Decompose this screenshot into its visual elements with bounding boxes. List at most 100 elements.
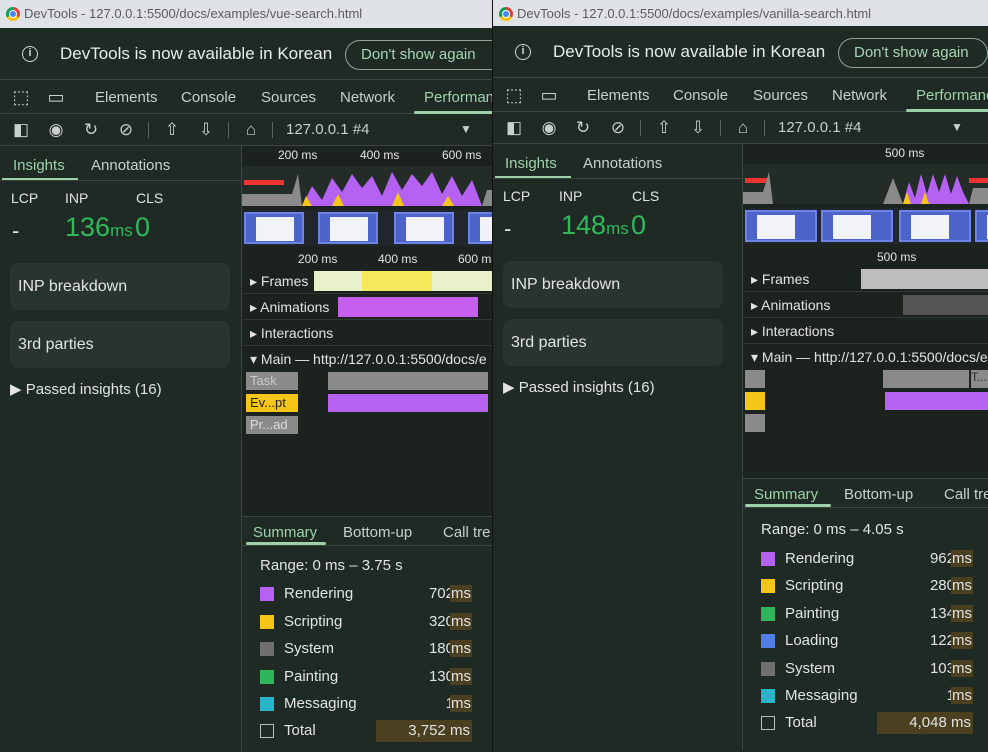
main-thread-track[interactable]: ▾ Main — http://127.0.0.1:5500/docs/e: [242, 346, 492, 372]
toolbar-divider: [640, 120, 641, 136]
screenshot-thumbnail[interactable]: [318, 212, 378, 244]
home-icon[interactable]: ⌂: [733, 118, 753, 138]
home-icon[interactable]: ⌂: [241, 120, 261, 140]
tab-console[interactable]: Console: [181, 89, 236, 106]
device-toolbar-icon[interactable]: ▭: [46, 87, 66, 107]
task-bar[interactable]: [745, 370, 765, 388]
passed-insights-toggle[interactable]: ▶ Passed insights (16): [10, 380, 162, 398]
screenshot-thumbnail[interactable]: [244, 212, 304, 244]
main-thread-track[interactable]: ▾ Main — http://127.0.0.1:5500/docs/e: [743, 344, 988, 370]
cpu-overview-chart[interactable]: [242, 166, 492, 206]
interactions-track[interactable]: ▸ Interactions: [242, 320, 492, 346]
rendering-bar[interactable]: [328, 394, 488, 412]
frames-track[interactable]: ▸ Frames: [242, 268, 492, 294]
insight-card-inp-breakdown[interactable]: INP breakdown: [10, 263, 230, 310]
screenshot-thumbnail[interactable]: [468, 212, 492, 244]
dont-show-again-button[interactable]: Don't show again: [345, 40, 492, 70]
toolbar-divider: [228, 122, 229, 138]
legend-swatch: [260, 587, 274, 601]
tab-call-tree[interactable]: Call tre: [944, 486, 988, 503]
record-icon[interactable]: ◉: [46, 120, 66, 140]
scripting-bar[interactable]: [745, 392, 765, 410]
main-track-label: ▾ Main — http://127.0.0.1:5500/docs/e: [250, 351, 487, 367]
window-titlebar[interactable]: DevTools - 127.0.0.1:5500/docs/examples/…: [0, 0, 492, 28]
tab-insights[interactable]: Insights: [13, 157, 65, 174]
tab-sources[interactable]: Sources: [261, 89, 316, 106]
summary-row-scripting: Scripting 320 ms: [260, 611, 472, 633]
insight-card-3rd-parties[interactable]: 3rd parties: [10, 321, 230, 368]
tab-bottom-up[interactable]: Bottom-up: [844, 486, 913, 503]
insight-card-3rd-parties[interactable]: 3rd parties: [503, 319, 723, 366]
screenshot-thumbnail[interactable]: [394, 212, 454, 244]
tab-annotations[interactable]: Annotations: [91, 157, 170, 174]
tab-console[interactable]: Console: [673, 87, 728, 104]
tab-elements[interactable]: Elements: [587, 87, 650, 104]
category-unit: ms: [450, 613, 472, 630]
tab-sources[interactable]: Sources: [753, 87, 808, 104]
record-icon[interactable]: ◉: [539, 118, 559, 138]
tab-performance[interactable]: Performance: [424, 89, 492, 106]
screenshot-thumbnail[interactable]: [745, 210, 817, 242]
tab-insights[interactable]: Insights: [505, 155, 557, 172]
download-icon[interactable]: ⇩: [688, 118, 708, 138]
insights-sidebar: Insights Annotations LCP INP CLS - 148ms…: [493, 144, 743, 750]
devtools-tabbar: ⬚ ▭ Elements Console Sources Network Per…: [493, 78, 988, 112]
inspect-element-icon[interactable]: ⬚: [11, 87, 31, 107]
inp-label: INP: [559, 188, 583, 204]
tab-summary[interactable]: Summary: [754, 486, 818, 503]
window-titlebar[interactable]: DevTools - 127.0.0.1:5500/docs/examples/…: [493, 0, 988, 28]
task-bar[interactable]: [328, 372, 488, 390]
track-name: Frames: [761, 271, 810, 287]
clear-icon[interactable]: ⊘: [116, 120, 136, 140]
cpu-overview-chart[interactable]: [743, 164, 988, 204]
download-icon[interactable]: ⇩: [196, 120, 216, 140]
rendering-bar[interactable]: [885, 392, 988, 410]
tab-summary[interactable]: Summary: [253, 524, 317, 541]
device-toolbar-icon[interactable]: ▭: [539, 85, 559, 105]
summary-row-painting: Painting 134 ms: [761, 603, 973, 625]
inspect-element-icon[interactable]: ⬚: [504, 85, 524, 105]
ruler-tick: 200 ms: [298, 252, 338, 266]
task-label[interactable]: T...: [971, 370, 988, 388]
sidebar-toggle-icon[interactable]: ◧: [504, 118, 524, 138]
task-bar[interactable]: [883, 370, 969, 388]
target-select[interactable]: 127.0.0.1 #4: [778, 119, 861, 136]
screenshot-thumbnail[interactable]: [975, 210, 988, 242]
category-label: Rendering: [785, 550, 855, 567]
target-select[interactable]: 127.0.0.1 #4: [286, 121, 369, 138]
dont-show-again-button[interactable]: Don't show again: [838, 38, 988, 68]
reload-record-icon[interactable]: ↻: [573, 118, 593, 138]
animations-track[interactable]: ▸ Animations: [743, 292, 988, 318]
track-name: Main — http://127.0.0.1:5500/docs/e: [761, 349, 988, 365]
tab-performance[interactable]: Performance: [916, 87, 988, 104]
task-label[interactable]: Task: [246, 372, 298, 390]
screenshot-thumbnail[interactable]: [821, 210, 893, 242]
upload-icon[interactable]: ⇧: [162, 120, 182, 140]
chevron-down-icon[interactable]: ▼: [951, 120, 963, 134]
screenshot-thumbnail[interactable]: [899, 210, 971, 242]
upload-icon[interactable]: ⇧: [654, 118, 674, 138]
event-label[interactable]: Ev...pt: [246, 394, 298, 412]
reload-record-icon[interactable]: ↻: [81, 120, 101, 140]
timeline-panel[interactable]: 500 ms 500 ms ▸ Frames ▸ Animations ▸ In…: [743, 144, 988, 478]
interactions-track[interactable]: ▸ Interactions: [743, 318, 988, 344]
frames-track[interactable]: ▸ Frames: [743, 266, 988, 292]
summary-row-system: System 103 ms: [761, 658, 973, 680]
tab-annotations[interactable]: Annotations: [583, 155, 662, 172]
tab-bottom-up[interactable]: Bottom-up: [343, 524, 412, 541]
tab-elements[interactable]: Elements: [95, 89, 158, 106]
category-label: Painting: [785, 605, 840, 622]
animations-track[interactable]: ▸ Animations: [242, 294, 492, 320]
timeline-panel[interactable]: 200 ms 400 ms 600 ms 200 ms 400 ms 600 m…: [242, 146, 492, 516]
chevron-down-icon[interactable]: ▼: [460, 122, 472, 136]
tab-network[interactable]: Network: [340, 89, 395, 106]
tab-call-tree[interactable]: Call tre: [443, 524, 491, 541]
passed-insights-toggle[interactable]: ▶ Passed insights (16): [503, 378, 655, 396]
task-bar[interactable]: [745, 414, 765, 432]
clear-icon[interactable]: ⊘: [608, 118, 628, 138]
insight-card-inp-breakdown[interactable]: INP breakdown: [503, 261, 723, 308]
sidebar-toggle-icon[interactable]: ◧: [11, 120, 31, 140]
infobar-message: DevTools is now available in Korean: [553, 42, 826, 61]
parse-label[interactable]: Pr...ad: [246, 416, 298, 434]
tab-network[interactable]: Network: [832, 87, 887, 104]
